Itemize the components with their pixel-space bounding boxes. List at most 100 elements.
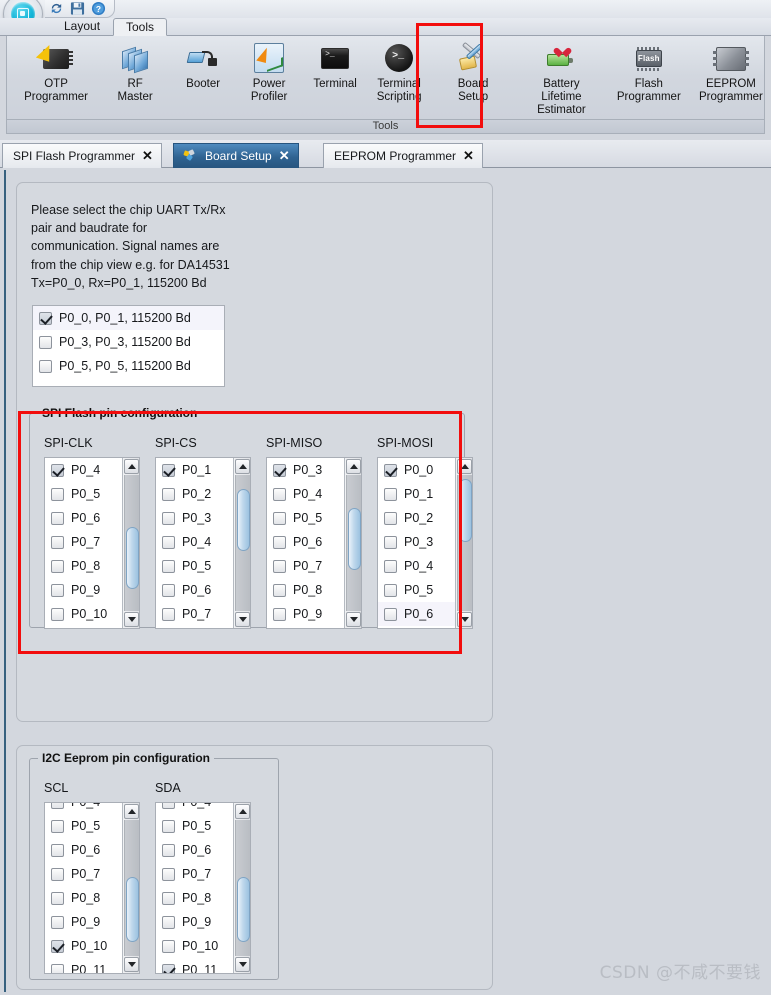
scroll-up-icon[interactable] [124,459,139,474]
i2c-sda-listbox[interactable]: P0_4 P0_5 P0_6 P0_7 P0_8 P0_9 P0_10 P0_1… [155,802,251,974]
checkbox-icon[interactable] [51,819,64,833]
uart-option-row[interactable]: P0_3, P0_3, 115200 Bd [33,330,224,354]
pin-row[interactable]: P0_6 [267,530,345,554]
scroll-down-icon[interactable] [235,612,250,627]
checkbox-icon[interactable] [162,511,175,525]
pin-row[interactable]: P0_10 [156,934,234,958]
pin-row[interactable]: P0_6 [156,578,234,602]
scrollbar-track[interactable] [124,475,139,611]
uart-option-row[interactable]: P0_0, P0_1, 115200 Bd [33,306,224,330]
checkbox-checked-icon[interactable] [51,939,64,953]
pin-row[interactable]: P0_6 [45,838,123,862]
tool-flash-programmer[interactable]: Flash Flash Programmer [614,38,684,104]
tool-board-setup[interactable]: Board Setup [443,38,503,104]
pin-row[interactable]: P0_5 [267,506,345,530]
checkbox-checked-icon[interactable] [51,463,64,477]
pin-row[interactable]: P0_2 [156,482,234,506]
pin-row[interactable]: P0_4 [156,530,234,554]
pin-row[interactable]: P0_1 [156,458,234,482]
checkbox-icon[interactable] [39,359,52,373]
scroll-down-icon[interactable] [457,612,472,627]
checkbox-icon[interactable] [273,487,286,501]
checkbox-icon[interactable] [51,559,64,573]
i2c-sda-scrollbar[interactable] [233,803,250,973]
pin-row[interactable]: P0_5 [156,814,234,838]
pin-row[interactable]: P0_4 [267,482,345,506]
pin-row[interactable]: P0_1 [378,482,456,506]
scroll-up-icon[interactable] [457,459,472,474]
spi-mosi-listbox[interactable]: P0_0 P0_1 P0_2 P0_3 P0_4 P0_5 P0_6 [377,457,473,629]
tool-terminal-scripting[interactable]: Terminal Scripting [369,38,429,104]
close-icon[interactable]: ✕ [463,149,474,162]
checkbox-icon[interactable] [162,535,175,549]
checkbox-checked-icon[interactable] [384,463,397,477]
checkbox-icon[interactable] [384,607,397,621]
doc-tab-eeprom-programmer[interactable]: EEPROM Programmer ✕ [323,143,483,168]
checkbox-checked-icon[interactable] [162,463,175,477]
uart-option-row[interactable]: P0_5, P0_5, 115200 Bd [33,354,224,378]
i2c-scl-listbox[interactable]: P0_4 P0_5 P0_6 P0_7 P0_8 P0_9 P0_10 P0_1… [44,802,140,974]
scrollbar-track[interactable] [457,475,472,611]
pin-row-partial[interactable] [45,626,123,628]
checkbox-icon[interactable] [384,487,397,501]
checkbox-icon[interactable] [273,583,286,597]
checkbox-checked-icon[interactable] [39,311,52,325]
pin-row[interactable]: P0_6 [45,506,123,530]
spi-cs-scrollbar[interactable] [233,458,250,628]
pin-row[interactable]: P0_7 [156,862,234,886]
pin-row[interactable]: P0_4 [45,458,123,482]
checkbox-icon[interactable] [162,867,175,881]
close-icon[interactable]: ✕ [142,149,153,162]
pin-row[interactable]: P0_7 [156,602,234,626]
pin-row[interactable]: P0_3 [156,506,234,530]
checkbox-icon[interactable] [384,535,397,549]
scrollbar-track[interactable] [235,475,250,611]
checkbox-icon[interactable] [162,915,175,929]
pin-row-partial[interactable] [267,626,345,628]
scrollbar-track[interactable] [235,820,250,956]
pin-row[interactable]: P0_3 [378,530,456,554]
pin-row-partial[interactable]: P0_4 [156,803,234,814]
checkbox-icon[interactable] [162,583,175,597]
refresh-icon[interactable] [49,1,64,16]
pin-row[interactable]: P0_10 [45,934,123,958]
pin-row-partial[interactable] [156,626,234,628]
checkbox-icon[interactable] [162,891,175,905]
i2c-scl-scrollbar[interactable] [122,803,139,973]
ribbon-tab-tools[interactable]: Tools [113,18,168,36]
checkbox-icon[interactable] [162,487,175,501]
pin-row[interactable]: P0_7 [45,862,123,886]
pin-row[interactable]: P0_8 [45,554,123,578]
pin-row[interactable]: P0_6 [378,602,456,626]
pin-row[interactable]: P0_11 [156,958,234,973]
pin-row[interactable]: P0_4 [378,554,456,578]
tool-rf-master[interactable]: RF Master [105,38,165,104]
pin-row[interactable]: P0_9 [45,910,123,934]
checkbox-icon[interactable] [162,939,175,953]
scrollbar-thumb[interactable] [348,507,361,571]
checkbox-icon[interactable] [51,803,64,809]
checkbox-icon[interactable] [162,819,175,833]
spi-clk-listbox[interactable]: P0_4 P0_5 P0_6 P0_7 P0_8 P0_9 P0_10 [44,457,140,629]
pin-row[interactable]: P0_7 [45,530,123,554]
checkbox-icon[interactable] [384,583,397,597]
checkbox-icon[interactable] [162,803,175,809]
scroll-up-icon[interactable] [235,804,250,819]
pin-row[interactable]: P0_6 [156,838,234,862]
scroll-down-icon[interactable] [235,957,250,972]
pin-row[interactable]: P0_10 [45,602,123,626]
scroll-down-icon[interactable] [124,957,139,972]
pin-row[interactable]: P0_11 [45,958,123,973]
checkbox-icon[interactable] [51,867,64,881]
checkbox-icon[interactable] [51,843,64,857]
pin-row[interactable]: P0_3 [267,458,345,482]
scrollbar-thumb[interactable] [126,877,139,943]
close-icon[interactable]: ✕ [279,149,290,162]
scroll-up-icon[interactable] [235,459,250,474]
checkbox-icon[interactable] [51,607,64,621]
checkbox-icon[interactable] [273,535,286,549]
pin-row[interactable]: P0_9 [267,602,345,626]
checkbox-icon[interactable] [51,915,64,929]
scrollbar-thumb[interactable] [459,479,472,542]
scrollbar-thumb[interactable] [126,526,139,590]
